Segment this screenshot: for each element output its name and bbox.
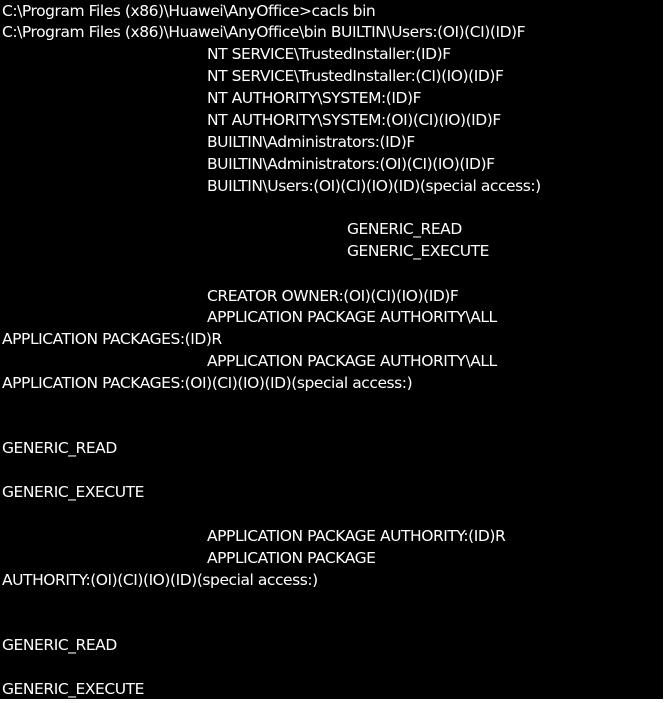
output-line: BUILTIN\Administrators:(OI)(CI)(IO)(ID)F (207, 155, 495, 173)
output-line: GENERIC_READ (2, 636, 117, 654)
output-line: APPLICATION PACKAGES:(ID)R (2, 330, 222, 348)
output-line: APPLICATION PACKAGES:(OI)(CI)(IO)(ID)(sp… (2, 374, 413, 392)
output-line: BUILTIN\Users:(OI)(CI)(IO)(ID)(special a… (207, 177, 541, 195)
output-line: APPLICATION PACKAGE AUTHORITY\ALL (207, 308, 497, 326)
output-line: NT AUTHORITY\SYSTEM:(ID)F (207, 89, 422, 107)
output-line: APPLICATION PACKAGE (207, 549, 376, 567)
output-line: CREATOR OWNER:(OI)(CI)(IO)(ID)F (207, 287, 459, 305)
output-line: GENERIC_READ (347, 220, 462, 238)
command-prompt-line: C:\Program Files (x86)\Huawei\AnyOffice>… (2, 2, 376, 20)
output-line: APPLICATION PACKAGE AUTHORITY:(ID)R (207, 527, 506, 545)
output-line: BUILTIN\Administrators:(ID)F (207, 133, 415, 151)
output-line: GENERIC_EXECUTE (2, 680, 144, 698)
output-line: APPLICATION PACKAGE AUTHORITY\ALL (207, 352, 497, 370)
output-line: C:\Program Files (x86)\Huawei\AnyOffice\… (2, 23, 526, 41)
output-line: GENERIC_EXECUTE (2, 483, 144, 501)
output-line: GENERIC_READ (2, 439, 117, 457)
output-line: AUTHORITY:(OI)(CI)(IO)(ID)(special acces… (2, 571, 318, 589)
output-line: NT SERVICE\TrustedInstaller:(CI)(IO)(ID)… (207, 67, 504, 85)
output-line: GENERIC_EXECUTE (347, 242, 489, 260)
output-line: NT SERVICE\TrustedInstaller:(ID)F (207, 45, 451, 63)
output-line: NT AUTHORITY\SYSTEM:(OI)(CI)(IO)(ID)F (207, 111, 501, 129)
terminal-window[interactable]: C:\Program Files (x86)\Huawei\AnyOffice>… (0, 0, 663, 699)
